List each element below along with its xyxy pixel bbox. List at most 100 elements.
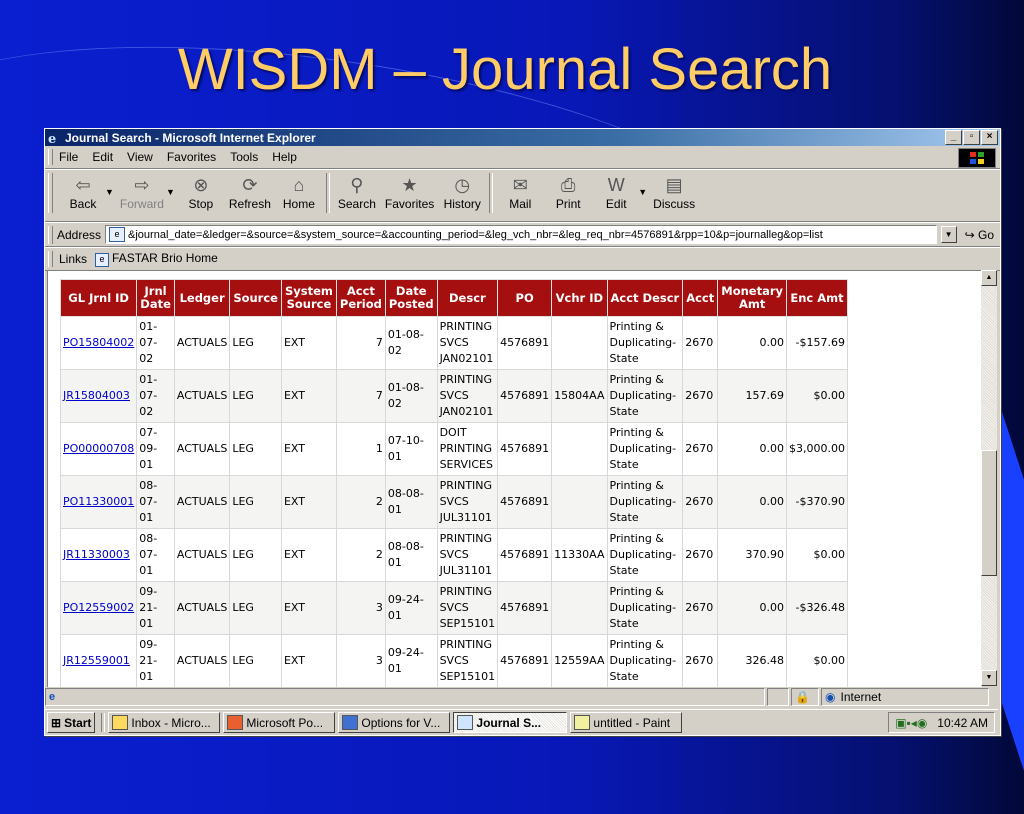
ie-icon (457, 715, 474, 730)
column-header-text: System (284, 284, 333, 298)
acct-descr-cell: Printing & Duplicating- State (606, 316, 684, 370)
journal-id-link[interactable]: JR15804003 (63, 389, 130, 402)
print-button[interactable]: ⎙ Print (548, 173, 588, 212)
column-header: Enc Amt (786, 279, 848, 317)
descr-cell-line: JUL31101 (439, 511, 492, 524)
go-button[interactable]: ↪ Go (965, 228, 994, 242)
edit-dropdown-icon[interactable]: ▼ (638, 187, 647, 197)
title-bar[interactable]: e Journal Search - Microsoft Internet Ex… (45, 129, 1000, 146)
journal-table: GL Jrnl ID Jrnl Date Ledger Source System Sour… (59, 279, 848, 687)
jrnl-date-cell: 08- 07- 01 (136, 475, 175, 529)
internet-zone-icon: ◉ (825, 690, 836, 704)
vchr-id-cell (551, 581, 608, 635)
date-posted-cell-line: 07-10- (387, 434, 424, 447)
column-header-text: Date (395, 284, 427, 298)
go-label: Go (977, 227, 994, 242)
enc-amt-cell: $0.00 (786, 369, 848, 423)
toolbar-grip[interactable] (48, 149, 53, 165)
menu-favorites[interactable]: Favorites (167, 150, 216, 164)
mail-button[interactable]: ✉ Mail (500, 173, 540, 212)
taskbar-separator (101, 713, 106, 732)
task-label: Inbox - Micro... (131, 715, 211, 730)
task-word[interactable]: Options for V... (338, 712, 451, 733)
menu-edit[interactable]: Edit (92, 150, 113, 164)
jrnl-date-cell-line: 07- (139, 495, 158, 508)
close-button[interactable]: × (981, 130, 998, 145)
scroll-thumb[interactable] (981, 450, 997, 576)
refresh-button[interactable]: ⟳ Refresh (229, 173, 271, 212)
descr-cell-line: SVCS (439, 389, 469, 402)
vchr-id-cell (551, 475, 608, 529)
task-paint[interactable]: untitled - Paint (570, 712, 683, 733)
acct-descr-cell-line: Printing & (609, 320, 664, 333)
fastar-link[interactable]: e FASTAR Brio Home (95, 251, 218, 267)
monetary-amt-cell: 0.00 (717, 475, 788, 529)
task-inbox[interactable]: Inbox - Micro... (108, 712, 221, 733)
jrnl-date-cell-line: 07- (139, 426, 158, 439)
minimize-button[interactable]: _ (945, 130, 962, 145)
date-posted-cell-line: 08-08- (387, 487, 424, 500)
journal-id-link[interactable]: PO00000708 (63, 442, 134, 455)
descr-cell-line: SVCS (439, 654, 469, 667)
journal-id-link[interactable]: JR12559001 (63, 654, 130, 667)
back-dropdown-icon[interactable]: ▼ (105, 187, 114, 197)
column-header-text: Source (233, 290, 278, 305)
favorites-button[interactable]: ★ Favorites (384, 173, 435, 212)
menu-file[interactable]: File (59, 150, 78, 164)
maximize-button[interactable]: ▫ (963, 130, 980, 145)
table-row: PO12559002 09- 21- 01 ACTUALS LEG EXT 3 09-24- 01… (59, 581, 848, 635)
go-arrow-icon: ↪ (964, 227, 978, 242)
task-powerpoint[interactable]: Microsoft Po... (223, 712, 336, 733)
po-cell: 4576891 (497, 422, 553, 476)
column-header-text: GL Jrnl ID (68, 290, 129, 305)
descr-cell-line: PRINTING (439, 320, 493, 333)
forward-button[interactable]: ⇨ Forward (120, 173, 164, 212)
monetary-amt-cell: 326.48 (717, 634, 788, 687)
forward-dropdown-icon[interactable]: ▼ (166, 187, 175, 197)
jrnl-date-cell-line: 01 (139, 617, 154, 630)
word-icon (342, 715, 359, 730)
acct-descr-cell: Printing & Duplicating- State (606, 634, 684, 687)
acct-descr-cell: Printing & Duplicating- State (606, 369, 684, 423)
system-source-cell: EXT (280, 475, 337, 529)
table-row: PO11330001 08- 07- 01 ACTUALS LEG EXT 2 08-08- 01… (59, 475, 848, 529)
vertical-scrollbar[interactable]: ▲ ▼ (981, 270, 997, 686)
discuss-button[interactable]: ▤ Discuss (653, 173, 695, 212)
toolbar-grip[interactable] (48, 173, 53, 213)
toolbar-grip[interactable] (48, 251, 53, 267)
menu-tools[interactable]: Tools (230, 150, 258, 164)
scroll-down-icon[interactable]: ▼ (981, 670, 997, 686)
journal-id-link[interactable]: PO11330001 (63, 495, 134, 508)
toolbar-grip[interactable] (48, 225, 53, 244)
journal-id-link[interactable]: PO12559002 (63, 601, 134, 614)
acct-descr-cell-line: Duplicating- (609, 495, 677, 508)
address-input[interactable]: e &journal_date=&ledger=&source=&system_… (105, 225, 937, 244)
start-button[interactable]: ⊞ Start (47, 712, 96, 733)
tray-icons[interactable]: ▣▪◂◉ (895, 716, 927, 730)
journal-id-link[interactable]: JR11330003 (63, 548, 130, 561)
column-header-text: Descr (449, 290, 486, 305)
column-header-text: Acct (686, 290, 715, 305)
jrnl-date-cell-line: 08- (139, 532, 158, 545)
task-journal-search[interactable]: Journal S... (453, 712, 568, 733)
descr-cell-line: PRINTING (439, 532, 493, 545)
po-cell: 4576891 (497, 475, 553, 529)
edit-button[interactable]: W Edit (596, 173, 636, 212)
descr-cell-line: PRINTING (439, 373, 493, 386)
home-button[interactable]: ⌂ Home (279, 173, 319, 212)
journal-id-link[interactable]: PO15804002 (63, 336, 134, 349)
menu-view[interactable]: View (127, 150, 153, 164)
stop-button[interactable]: ⊗ Stop (181, 173, 221, 212)
back-button[interactable]: ⇦ Back (63, 173, 103, 212)
zone-cell: ◉ Internet (821, 688, 989, 706)
favorites-label: Favorites (384, 197, 435, 211)
descr-cell-line: SVCS (439, 601, 469, 614)
address-dropdown-icon[interactable]: ▼ (940, 226, 957, 243)
history-button[interactable]: ◷ History (442, 173, 482, 212)
source-cell: LEG (229, 634, 282, 687)
clock: 10:42 AM (937, 715, 988, 730)
scroll-up-icon[interactable]: ▲ (981, 270, 997, 286)
menu-help[interactable]: Help (272, 150, 297, 164)
search-button[interactable]: ⚲ Search (337, 173, 377, 212)
column-header: Jrnl Date (136, 279, 175, 317)
